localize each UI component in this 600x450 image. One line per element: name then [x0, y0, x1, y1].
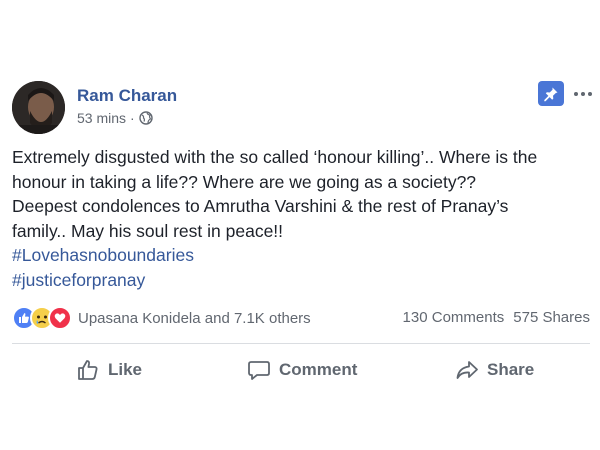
reaction-names[interactable]: Upasana Konidela and 7.1K others [78, 310, 311, 327]
post-text-line: Deepest condolences to Amrutha Varshini … [12, 196, 509, 216]
share-label: Share [487, 360, 535, 379]
engagement-counts: 130 Comments 575 Shares [403, 309, 590, 326]
love-reaction-icon[interactable] [48, 306, 72, 330]
meta-separator: · [130, 110, 135, 126]
comment-button[interactable]: Comment [247, 356, 357, 384]
thumbs-up-icon [78, 360, 98, 380]
post-text: Extremely disgusted with the so called ‘… [12, 145, 592, 292]
facebook-post: Ram Charan 53 mins · Extremely disgusted… [0, 0, 600, 450]
like-label: Like [108, 360, 143, 379]
comment-icon [248, 361, 270, 380]
hashtag-link[interactable]: #justiceforpranay [12, 270, 145, 290]
more-options-button[interactable] [571, 84, 595, 104]
post-text-line: family.. May his soul rest in peace!! [12, 220, 284, 241]
author-name[interactable]: Ram Charan [77, 86, 177, 106]
post-meta: 53 mins · [77, 110, 153, 126]
more-icon-dot [581, 92, 585, 96]
comment-label: Comment [279, 360, 358, 379]
globe-icon[interactable] [139, 111, 153, 125]
post-text-line: Extremely disgusted with the so called ‘… [12, 147, 538, 167]
more-icon-dot [588, 92, 592, 96]
divider [12, 343, 590, 344]
hashtag-link[interactable]: #Lovehasnoboundaries [12, 245, 194, 265]
pin-icon [544, 87, 558, 101]
share-button[interactable]: Share [455, 356, 534, 384]
reactions-summary: Upasana Konidela and 7.1K others [12, 306, 311, 330]
post-text-line: honour in taking a life?? Where are we g… [12, 171, 477, 192]
comments-count[interactable]: 130 Comments [403, 309, 505, 326]
share-icon [456, 361, 478, 379]
shares-count[interactable]: 575 Shares [513, 309, 590, 326]
pin-button[interactable] [538, 81, 564, 106]
avatar[interactable] [12, 81, 65, 134]
post-timestamp[interactable]: 53 mins [77, 110, 126, 126]
like-button[interactable]: Like [76, 356, 142, 384]
more-icon [574, 92, 578, 96]
